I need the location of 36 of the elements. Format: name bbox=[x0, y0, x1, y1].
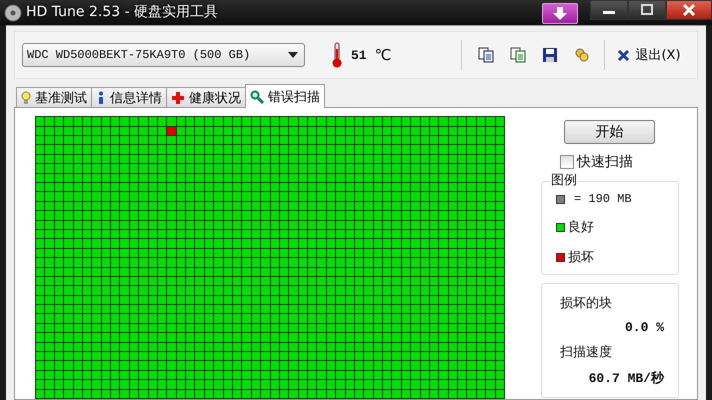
tab[interactable]: 健康状况 bbox=[166, 87, 246, 108]
magnifier-icon bbox=[250, 90, 264, 104]
disk-icon bbox=[4, 4, 22, 22]
legend-label: = 190 MB bbox=[574, 192, 632, 206]
window-title: HD Tune 2.53 - 硬盘实用工具 bbox=[26, 3, 218, 22]
thermometer-icon bbox=[331, 42, 343, 68]
stat-label: 损坏的块 bbox=[560, 295, 613, 312]
maximize-icon bbox=[640, 4, 654, 16]
info-icon bbox=[96, 91, 106, 106]
stat-value: 0.0 % bbox=[624, 320, 664, 336]
quick-scan-checkbox[interactable] bbox=[560, 155, 574, 170]
caret-icon bbox=[288, 52, 298, 58]
close-icon bbox=[617, 48, 630, 62]
exit-button[interactable]: 退出(X) bbox=[615, 44, 683, 66]
tab[interactable]: 基准测试 bbox=[16, 87, 92, 108]
quick-scan-label: 快速扫描 bbox=[577, 153, 633, 172]
cross-icon bbox=[171, 91, 185, 106]
download-button[interactable] bbox=[542, 3, 578, 24]
tab[interactable]: 错误扫描 bbox=[245, 84, 325, 108]
legend-label: 损坏 bbox=[568, 249, 594, 266]
copy-icon[interactable] bbox=[508, 45, 528, 66]
close-icon bbox=[682, 4, 696, 16]
legend-label: 良好 bbox=[568, 219, 594, 236]
minimize-button[interactable] bbox=[590, 0, 628, 20]
close-button[interactable] bbox=[666, 0, 712, 20]
temperature-value: 51 bbox=[351, 48, 367, 63]
temperature-unit: ℃ bbox=[374, 46, 392, 64]
maximize-button[interactable] bbox=[628, 0, 666, 20]
drive-dropdown[interactable]: WDC WD5000BEKT-75KA9T0 (500 GB) bbox=[22, 43, 305, 68]
tab[interactable]: 信息详情 bbox=[91, 87, 167, 108]
download-arrow-icon bbox=[552, 6, 568, 20]
bulb-icon bbox=[21, 91, 31, 106]
start-button[interactable]: 开始 bbox=[564, 120, 655, 144]
stat-value: 60.7 MB/秒 bbox=[588, 370, 664, 388]
copy-icon[interactable] bbox=[476, 45, 496, 66]
stat-label: 扫描速度 bbox=[560, 344, 613, 362]
